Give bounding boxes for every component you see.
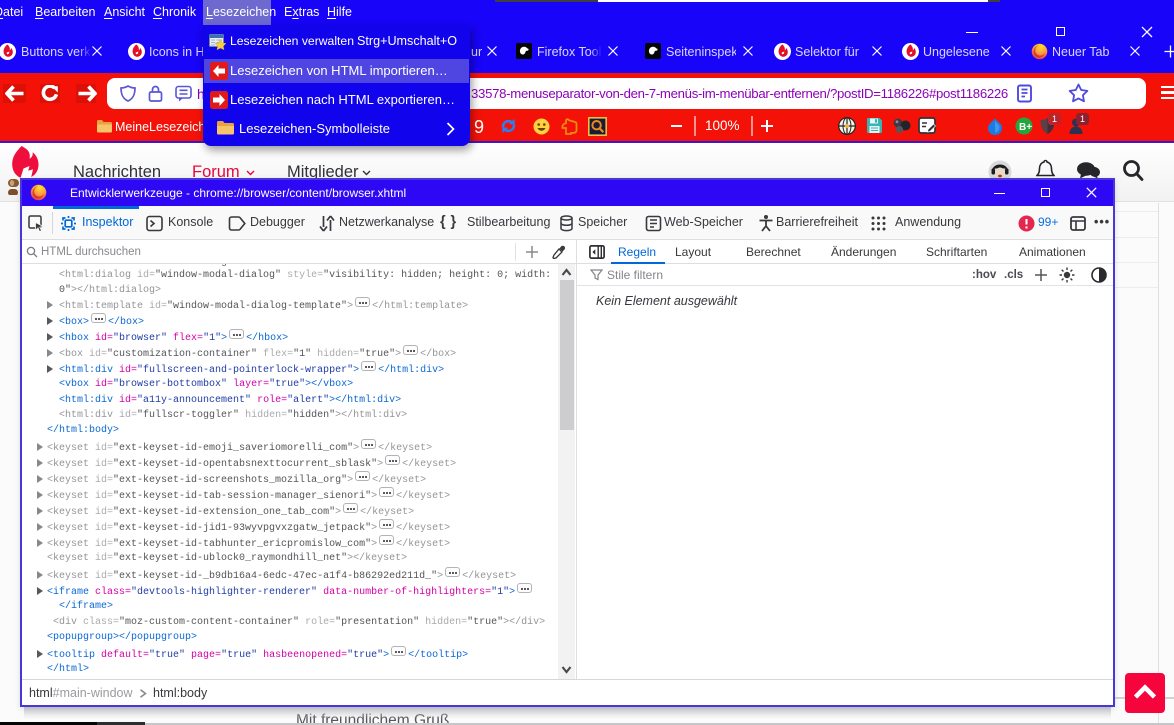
svg-text:B+: B+ [1019,122,1032,133]
